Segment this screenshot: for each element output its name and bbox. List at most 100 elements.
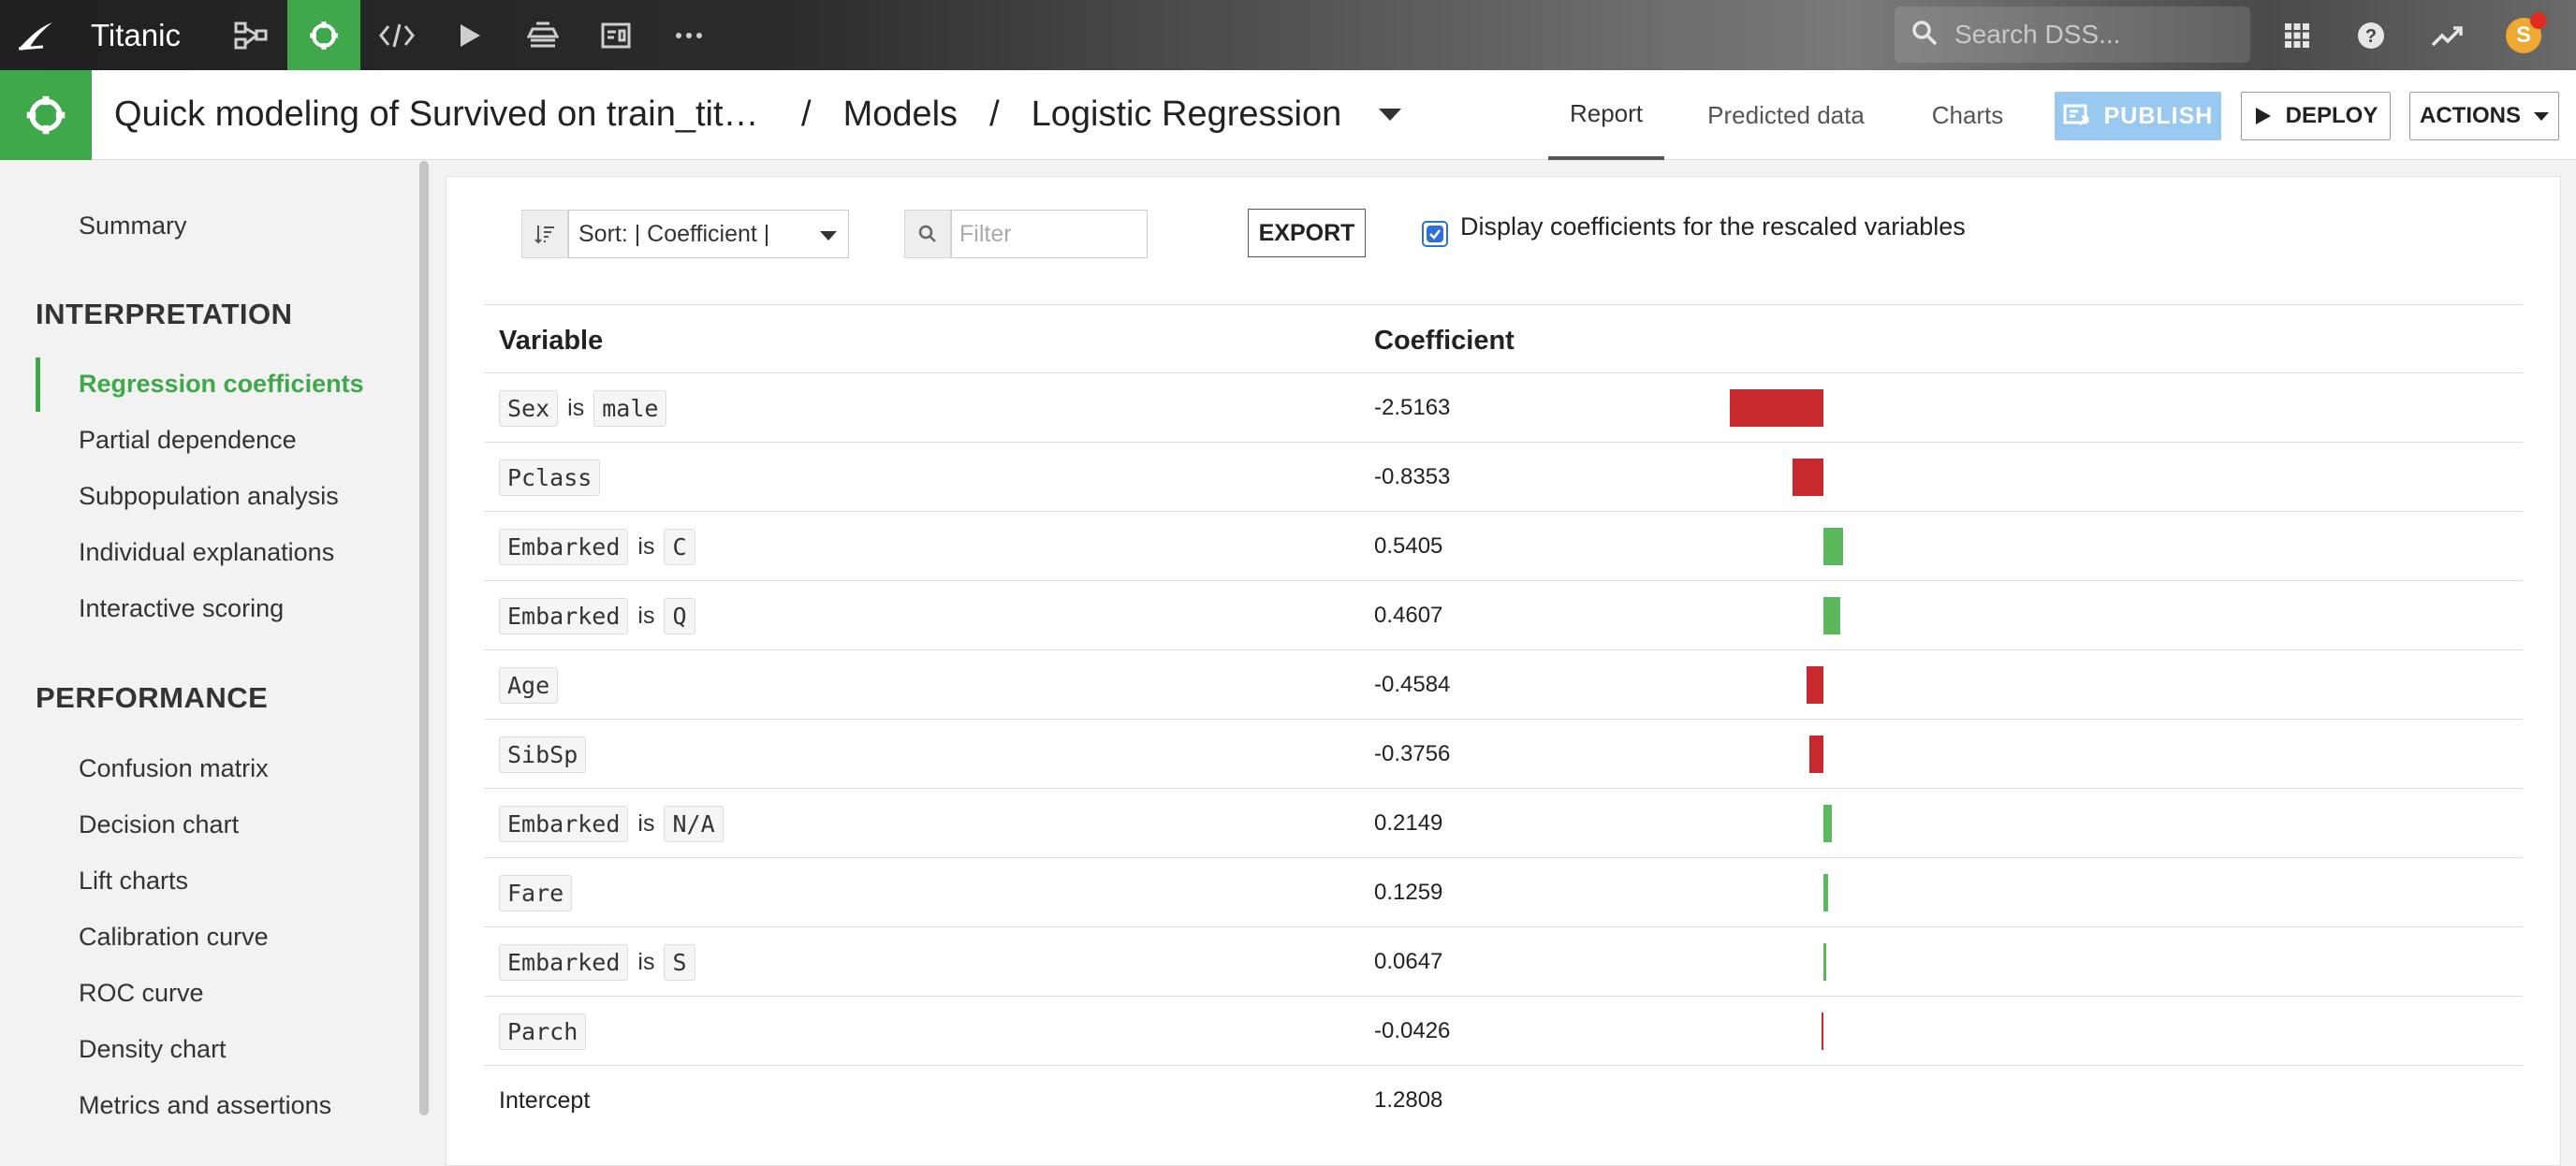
variable-cell: Embarked is Q (499, 581, 695, 650)
table-row: Embarked is N/A 0.2149 (484, 789, 2523, 858)
is-word: is (637, 602, 655, 629)
coefficient-bar (1809, 736, 1823, 773)
intercept-value: 1.2808 (1374, 1087, 1443, 1113)
publish-icon (2063, 104, 2091, 128)
report-sidebar: Summary INTERPRETATION Regression coeffi… (0, 161, 431, 1166)
deploy-icon[interactable] (506, 0, 579, 70)
svg-text:?: ? (2365, 26, 2377, 47)
coefficient-value: 0.5405 (1374, 533, 1443, 559)
sort-select-value: Sort: | Coefficient | (578, 220, 770, 247)
intercept-label: Intercept (499, 1086, 591, 1114)
sidebar-item-partial-dependence[interactable]: Partial dependence (79, 426, 297, 455)
sidebar-item-metrics-and-assertions[interactable]: Metrics and assertions (79, 1091, 331, 1120)
coefficient-bar (1822, 1013, 1823, 1050)
apps-grid-icon[interactable] (2269, 0, 2325, 70)
model-dropdown-caret-icon[interactable] (1379, 109, 1402, 121)
sidebar-item-density-chart[interactable]: Density chart (79, 1035, 227, 1064)
coefficients-table: Variable Coefficient Sex is male -2.5163 Pcl… (484, 304, 2523, 1135)
flow-icon[interactable] (214, 0, 287, 70)
variable-name: Embarked (499, 943, 629, 981)
sidebar-item-decision-chart[interactable]: Decision chart (79, 810, 239, 839)
coefficient-bar (1730, 389, 1823, 427)
is-word: is (567, 394, 585, 421)
coefficient-value: -0.4584 (1374, 672, 1451, 697)
column-header-coefficient[interactable]: Coefficient (1374, 326, 1515, 357)
sidebar-item-subpopulation-analysis[interactable]: Subpopulation analysis (79, 482, 339, 511)
search-input[interactable] (1954, 20, 2235, 50)
analysis-title[interactable]: Quick modeling of Survived on train_tita… (114, 95, 769, 135)
table-row: Embarked is S 0.0647 (484, 927, 2523, 997)
variable-cell: Parch (499, 997, 587, 1066)
actions-button[interactable]: ACTIONS (2409, 92, 2559, 140)
dashboard-icon[interactable] (579, 0, 652, 70)
sidebar-item-calibration-curve[interactable]: Calibration curve (79, 923, 269, 952)
project-name[interactable]: Titanic (91, 18, 181, 53)
breadcrumb-models[interactable]: Models (843, 95, 959, 135)
deploy-button[interactable]: DEPLOY (2241, 92, 2391, 140)
variable-cell: Age (499, 650, 559, 720)
coefficient-value: -0.8353 (1374, 464, 1451, 489)
variable-cell: Pclass (499, 443, 601, 512)
tab-charts[interactable]: Charts (1895, 70, 2041, 160)
variable-name: Embarked (499, 805, 629, 842)
variable-name: Pclass (499, 459, 601, 496)
lab-icon[interactable] (286, 0, 360, 70)
search-box[interactable] (1895, 7, 2250, 63)
variable-name: Fare (499, 874, 573, 911)
variable-name: Sex (499, 389, 559, 427)
sidebar-item-lift-charts[interactable]: Lift charts (79, 867, 188, 896)
coefficient-bar (1823, 528, 1844, 565)
variable-name: Age (499, 666, 559, 704)
dataiku-logo-icon[interactable] (0, 0, 70, 70)
top-navigation-bar: Titanic ? S (0, 0, 2576, 70)
sidebar-active-indicator (36, 357, 40, 412)
sidebar-scrollbar[interactable] (419, 161, 429, 1115)
table-row: SibSp -0.3756 (484, 720, 2523, 789)
chevron-down-icon (820, 231, 837, 240)
coefficient-value: -2.5163 (1374, 395, 1451, 420)
sidebar-item-confusion-matrix[interactable]: Confusion matrix (79, 754, 269, 783)
filter-input[interactable] (951, 210, 1148, 258)
variable-value: S (664, 943, 695, 981)
variable-value: C (664, 528, 695, 565)
play-icon (2255, 108, 2271, 124)
sort-direction-icon[interactable] (521, 210, 568, 258)
sidebar-item-interactive-scoring[interactable]: Interactive scoring (79, 594, 284, 623)
variable-cell: Embarked is C (499, 512, 695, 581)
model-header: Quick modeling of Survived on train_tita… (0, 69, 2576, 160)
trend-icon[interactable] (2419, 0, 2475, 70)
table-row: Pclass -0.8353 (484, 443, 2523, 512)
checkmark-icon (1427, 226, 1443, 242)
code-icon[interactable] (360, 0, 433, 70)
coefficient-bar (1806, 666, 1823, 704)
sidebar-item-roc-curve[interactable]: ROC curve (79, 979, 204, 1008)
intercept-row: Intercept 1.2808 (484, 1066, 2523, 1135)
table-row: Fare 0.1259 (484, 858, 2523, 927)
deploy-label: DEPLOY (2285, 103, 2378, 128)
rescaled-checkbox[interactable] (1422, 221, 1448, 247)
sort-select[interactable]: Sort: | Coefficient | (568, 210, 849, 258)
tab-predicted-data[interactable]: Predicted data (1698, 70, 1874, 160)
help-icon[interactable]: ? (2343, 0, 2399, 70)
publish-button[interactable]: PUBLISH (2055, 92, 2221, 140)
table-header: Variable Coefficient (484, 304, 2523, 373)
user-avatar[interactable]: S (2496, 0, 2552, 70)
tab-report[interactable]: Report (1548, 70, 1664, 160)
sidebar-item-individual-explanations[interactable]: Individual explanations (79, 538, 334, 567)
sidebar-section-interpretation: INTERPRETATION (36, 298, 293, 330)
variable-name: Parch (499, 1013, 587, 1050)
breadcrumb-model-name[interactable]: Logistic Regression (1032, 95, 1342, 135)
variable-name: SibSp (499, 736, 587, 773)
table-row: Age -0.4584 (484, 650, 2523, 720)
run-icon[interactable] (433, 0, 506, 70)
sidebar-section-performance: PERFORMANCE (36, 681, 269, 714)
column-header-variable[interactable]: Variable (499, 326, 603, 357)
filter-search-icon (904, 210, 951, 258)
more-icon[interactable] (652, 0, 725, 70)
table-row: Embarked is Q 0.4607 (484, 581, 2523, 650)
sidebar-item-summary[interactable]: Summary (79, 211, 187, 240)
sidebar-item-regression-coefficients[interactable]: Regression coefficients (79, 370, 364, 399)
export-button[interactable]: EXPORT (1248, 209, 1366, 257)
rescaled-checkbox-label[interactable]: Display coefficients for the rescaled va… (1460, 212, 1966, 241)
coefficient-value: 0.2149 (1374, 810, 1443, 836)
